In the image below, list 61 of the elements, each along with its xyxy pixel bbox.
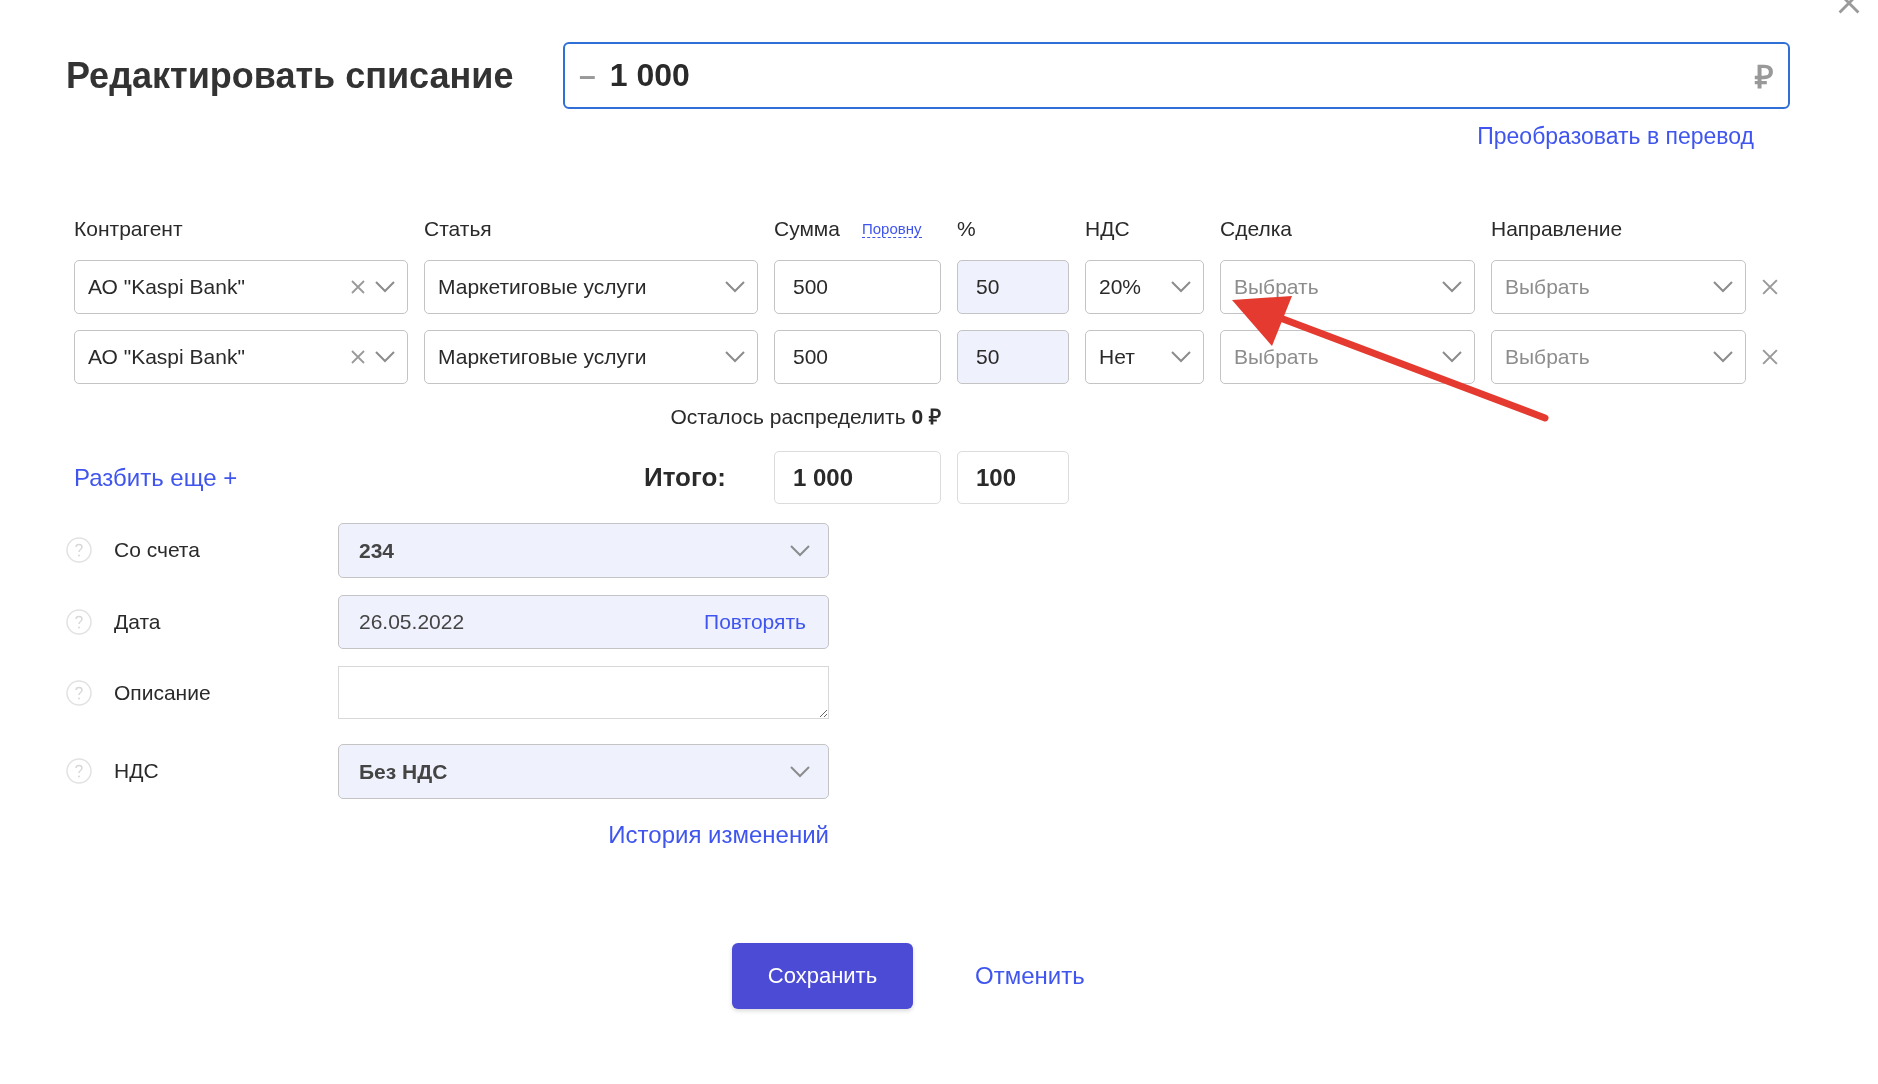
convert-link[interactable]: Преобразовать в перевод <box>1477 123 1754 150</box>
repeat-link[interactable]: Повторять <box>704 610 806 634</box>
chevron-down-icon <box>375 351 395 363</box>
vat-select[interactable]: Нет <box>1085 330 1204 384</box>
chevron-down-icon <box>725 281 745 293</box>
total-amount: 1 000 <box>774 451 941 504</box>
add-split-link[interactable]: Разбить еще + <box>74 464 238 492</box>
percent-input[interactable]: 50 <box>957 330 1069 384</box>
chevron-down-icon <box>1171 351 1191 363</box>
column-header: Статья <box>424 217 492 241</box>
help-icon <box>66 537 92 563</box>
category-select[interactable]: Маркетиговые услуги <box>424 260 758 314</box>
remove-row-icon[interactable] <box>1762 349 1778 365</box>
select-field[interactable]: 234 <box>338 523 829 578</box>
amount-input[interactable]: 500 <box>774 260 941 314</box>
chevron-down-icon <box>1713 351 1733 363</box>
save-button[interactable]: Сохранить <box>732 943 913 1009</box>
help-icon <box>66 758 92 784</box>
minus-sign: – <box>579 58 596 93</box>
vat-select[interactable]: 20% <box>1085 260 1204 314</box>
chevron-down-icon <box>725 351 745 363</box>
column-header: Контрагент <box>74 217 183 241</box>
remove-row-icon[interactable] <box>1762 279 1778 295</box>
counterparty-select[interactable]: АО "Kaspi Bank" <box>74 330 408 384</box>
description-field[interactable] <box>338 666 829 719</box>
cancel-button[interactable]: Отменить <box>975 962 1085 990</box>
dialog-title: Редактировать списание <box>66 54 515 97</box>
equal-split-link[interactable]: Поровну <box>862 220 922 238</box>
chevron-down-icon <box>375 281 395 293</box>
select-field[interactable]: Без НДС <box>338 744 829 799</box>
percent-input[interactable]: 50 <box>957 260 1069 314</box>
remaining-text: Осталось распределить 0 ₽ <box>670 404 941 430</box>
amount-field[interactable]: – 1 000 ₽ <box>563 42 1790 109</box>
amount-input[interactable]: 500 <box>774 330 941 384</box>
total-label: Итого: <box>644 462 726 493</box>
help-icon <box>66 680 92 706</box>
chevron-down-icon <box>1713 281 1733 293</box>
column-header: % <box>957 217 976 241</box>
column-header: Сумма <box>774 217 840 241</box>
currency-sign: ₽ <box>1755 58 1774 97</box>
column-header: Направление <box>1491 217 1623 241</box>
clear-icon[interactable] <box>351 350 365 364</box>
clear-icon[interactable] <box>351 280 365 294</box>
field-label: НДС <box>114 758 160 784</box>
category-select[interactable]: Маркетиговые услуги <box>424 330 758 384</box>
field-label: Со счета <box>114 537 201 563</box>
column-header: Сделка <box>1220 217 1292 241</box>
chevron-down-icon <box>790 544 810 557</box>
chevron-down-icon <box>1442 351 1462 363</box>
history-link[interactable]: История изменений <box>608 821 829 849</box>
chevron-down-icon <box>1442 281 1462 293</box>
help-icon <box>66 609 92 635</box>
chevron-down-icon <box>1171 281 1191 293</box>
date-field[interactable]: 26.05.2022 Повторять <box>338 595 829 649</box>
field-label: Описание <box>114 680 212 706</box>
field-label: Дата <box>114 609 162 635</box>
column-header: НДС <box>1085 217 1130 241</box>
total-percent: 100 <box>957 451 1069 504</box>
chevron-down-icon <box>790 765 810 778</box>
counterparty-select[interactable]: АО "Kaspi Bank" <box>74 260 408 314</box>
amount-value: 1 000 <box>609 57 691 94</box>
